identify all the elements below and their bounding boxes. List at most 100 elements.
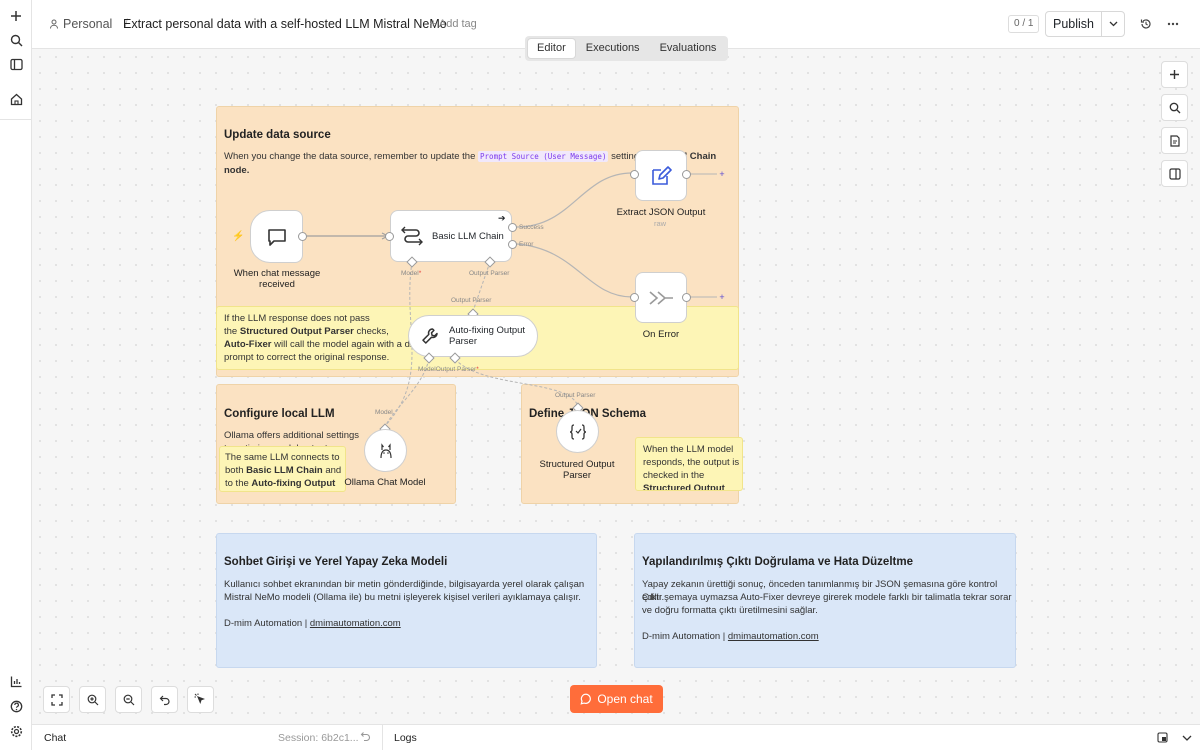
collapse-chevron-icon[interactable] (1182, 733, 1192, 745)
add-node-plus-icon[interactable]: + (716, 292, 728, 304)
undo-button[interactable] (151, 686, 178, 713)
toggle-panel-button[interactable] (1161, 160, 1188, 187)
node-label: Structured Output Parser (539, 459, 615, 481)
breadcrumb[interactable]: Personal / (49, 17, 128, 31)
tab-editor[interactable]: Editor (528, 39, 575, 58)
trigger-output-handle[interactable] (298, 232, 307, 241)
forward-arrows-icon (649, 290, 673, 305)
workflow-title[interactable]: Extract personal data with a self-hosted… (123, 17, 447, 31)
plus-icon[interactable] (6, 6, 26, 26)
node-ollama-chat-model[interactable] (364, 429, 407, 472)
add-node-button[interactable] (1161, 61, 1188, 88)
settings-gear-icon[interactable] (6, 721, 26, 741)
node-title: Auto-fixing Output Parser (449, 325, 526, 347)
wrench-icon (422, 328, 438, 344)
logs-panel-tab[interactable]: Logs (394, 732, 417, 744)
port-label-output-parser: Output Parser (469, 270, 510, 277)
chat-bubble-icon (267, 228, 286, 246)
sticky-note-icon (1169, 134, 1180, 147)
user-icon (50, 19, 58, 29)
zoom-in-icon (87, 694, 98, 705)
open-chat-button[interactable]: Open chat (570, 685, 663, 713)
edge-success-to-extract (516, 172, 633, 228)
insights-icon[interactable] (6, 671, 26, 691)
bottom-divider (382, 725, 383, 750)
node-basic-llm-chain[interactable]: Basic LLM Chain (390, 210, 512, 262)
lightning-icon: ⚡ (232, 231, 245, 242)
breadcrumb-project[interactable]: Personal (63, 17, 112, 31)
chain-input-handle[interactable] (385, 232, 394, 241)
connections-layer (307, 172, 717, 430)
reset-session-icon[interactable] (360, 731, 371, 745)
extract-input-handle[interactable] (630, 170, 639, 179)
plus-icon (1170, 70, 1179, 79)
more-options-icon[interactable] (1163, 14, 1183, 34)
port-label-model-output-parser: ModelOutput Parser* (418, 366, 479, 373)
undo-icon (159, 695, 170, 705)
search-icon (1169, 102, 1180, 113)
edge-chain-model-to-ollama (381, 261, 413, 430)
json-braces-icon (569, 423, 586, 440)
fit-view-button[interactable] (43, 686, 70, 713)
add-node-plus-icon[interactable]: + (716, 169, 728, 181)
node-label: On Error (642, 329, 680, 340)
edit-pen-icon (652, 165, 672, 185)
node-label: Extract JSON Output (616, 207, 706, 218)
zoom-out-icon (123, 694, 134, 705)
chain-link-icon (401, 226, 423, 246)
rail-divider (0, 119, 32, 120)
chat-panel-tab[interactable]: Chat (44, 732, 66, 744)
chain-error-handle[interactable] (508, 240, 517, 249)
port-label-output-parser: Output Parser (451, 297, 492, 304)
workflow-canvas[interactable]: Update data source When you change the d… (32, 49, 1200, 724)
help-icon[interactable] (6, 696, 26, 716)
node-label: Ollama Chat Model (344, 477, 426, 488)
open-chat-label: Open chat (597, 692, 653, 706)
ollama-llama-icon (379, 442, 392, 458)
search-icon[interactable] (6, 30, 26, 50)
session-id: Session: 6b2c1... (278, 732, 359, 744)
node-on-error[interactable] (635, 272, 687, 323)
node-extract-json-output[interactable] (635, 150, 687, 201)
node-label: When chat message received (233, 268, 321, 290)
node-auto-fixing-output-parser[interactable]: Auto-fixing Output Parser (408, 315, 538, 357)
add-tag-link[interactable]: + Add tag (430, 18, 477, 30)
sidebar-toggle-icon[interactable] (6, 54, 26, 74)
execute-arrow-icon[interactable]: ➔ (498, 213, 506, 224)
bottom-panel-bar: Chat Session: 6b2c1... Logs (32, 724, 1200, 750)
left-rail (0, 0, 32, 750)
zoom-in-button[interactable] (79, 686, 106, 713)
port-label-model: Model* (401, 270, 422, 277)
extract-output-handle[interactable] (682, 170, 691, 179)
chevron-down-icon[interactable] (1102, 12, 1124, 36)
node-title: Basic LLM Chain (432, 230, 504, 242)
panel-icon (1168, 167, 1181, 180)
search-nodes-button[interactable] (1161, 94, 1188, 121)
port-label-success: Success (519, 224, 544, 231)
node-sublabel: raw (654, 219, 667, 228)
port-label-model: Model (375, 409, 393, 416)
zoom-out-button[interactable] (115, 686, 142, 713)
tab-executions[interactable]: Executions (577, 39, 649, 58)
popout-icon[interactable] (1157, 732, 1168, 746)
onerror-input-handle[interactable] (630, 293, 639, 302)
node-chat-trigger[interactable] (250, 210, 303, 263)
edge-error-to-onerror (516, 243, 633, 298)
home-icon[interactable] (6, 89, 26, 109)
onerror-output-handle[interactable] (682, 293, 691, 302)
history-icon[interactable] (1136, 14, 1156, 34)
tidy-up-button[interactable] (187, 686, 214, 713)
version-counter: 0 / 1 (1008, 15, 1040, 33)
port-label-output-parser: Output Parser (555, 392, 596, 399)
view-tabs: Editor Executions Evaluations (525, 36, 729, 61)
add-sticky-button[interactable] (1161, 127, 1188, 154)
port-label-error: Error (519, 241, 534, 248)
chat-bubble-icon (580, 693, 592, 705)
fullscreen-icon (50, 693, 63, 706)
publish-button-group: Publish (1045, 11, 1125, 37)
chain-success-handle[interactable] (508, 223, 517, 232)
tab-evaluations[interactable]: Evaluations (651, 39, 726, 58)
publish-button[interactable]: Publish (1046, 12, 1102, 36)
node-structured-output-parser[interactable] (556, 410, 599, 453)
cursor-sparkle-icon (194, 693, 205, 704)
